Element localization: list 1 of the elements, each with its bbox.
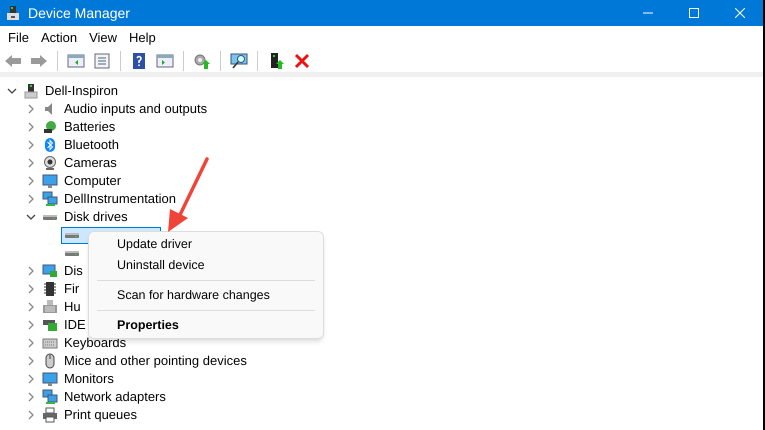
window-title: Device Manager [28,4,130,23]
